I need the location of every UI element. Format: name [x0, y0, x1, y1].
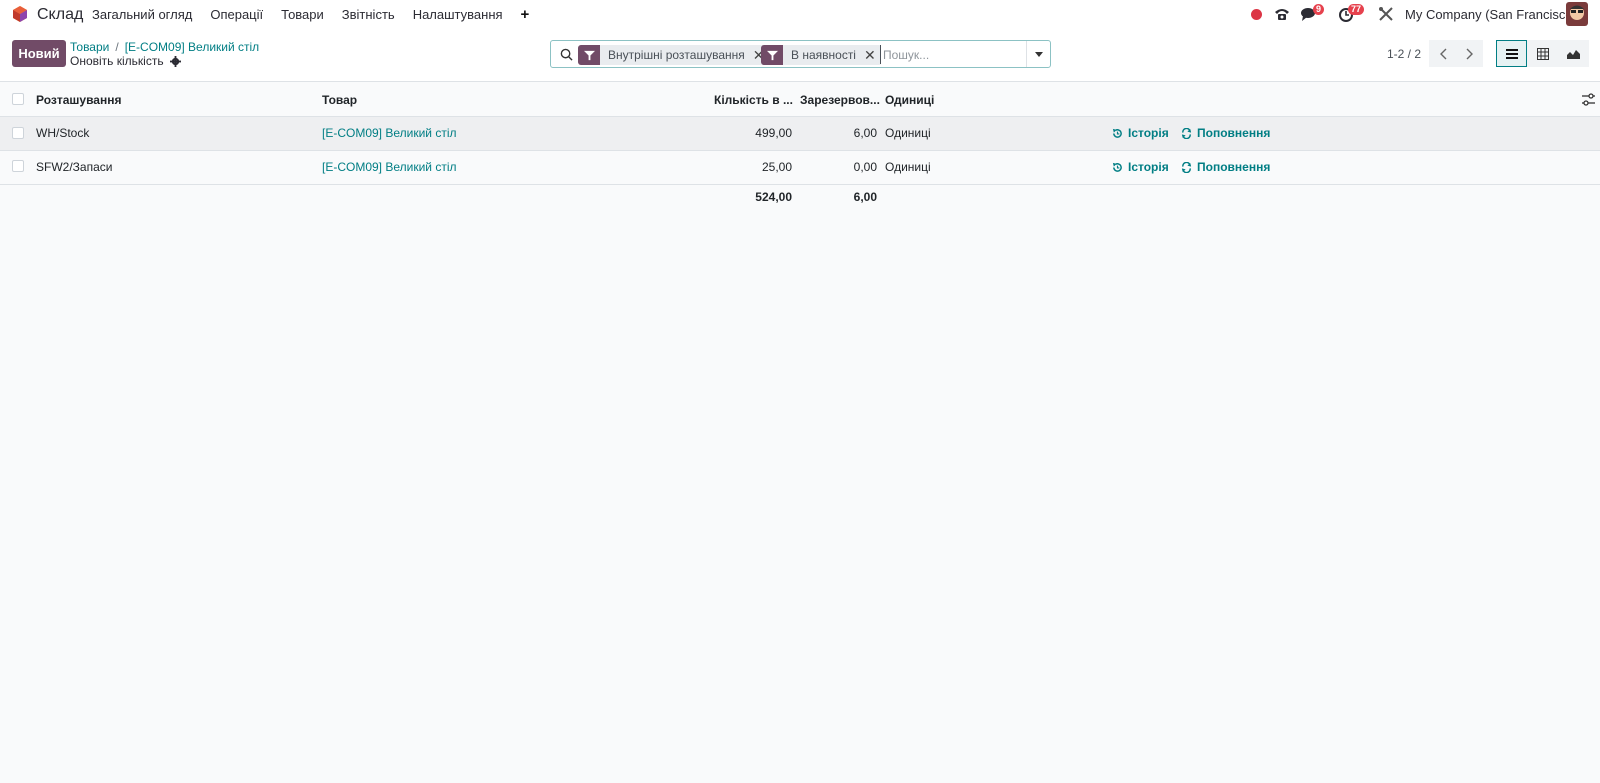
list-view-button[interactable]	[1496, 40, 1527, 67]
column-header-uom[interactable]: Одиниці	[885, 93, 934, 107]
search-icon	[560, 48, 573, 61]
breadcrumb: Товари / [E-COM09] Великий стіл	[70, 40, 259, 54]
phone-icon[interactable]	[1273, 5, 1291, 23]
refresh-icon	[1181, 161, 1192, 173]
chevron-right-icon	[1466, 48, 1473, 59]
activities-badge: 77	[1348, 4, 1365, 15]
new-button[interactable]: Новий	[12, 40, 66, 67]
cell-location: WH/Stock	[36, 126, 90, 140]
graph-view-button[interactable]	[1558, 40, 1589, 67]
pager-value[interactable]: 1-2 / 2	[1387, 47, 1421, 61]
menu-item-configuration[interactable]: Налаштування	[413, 7, 503, 22]
table-row[interactable]: SFW2/Запаси [E-COM09] Великий стіл 25,00…	[0, 151, 1600, 185]
breadcrumb-separator: /	[115, 40, 119, 54]
filter-facet-internal-locations: Внутрішні розташування ✕	[578, 45, 771, 65]
replenish-button[interactable]: Поповнення	[1181, 126, 1270, 140]
main-menu: Загальний огляд Операції Товари Звітніст…	[92, 0, 529, 29]
pager-previous-button[interactable]	[1429, 40, 1456, 67]
history-label: Історія	[1128, 126, 1169, 140]
gear-icon[interactable]	[169, 55, 181, 67]
update-quantity-label[interactable]: Оновіть кількість	[70, 54, 164, 68]
filter-facet-in-stock: В наявності ✕	[761, 45, 882, 65]
table-header: Розташування Товар Кількість в ... Зарез…	[0, 83, 1600, 117]
recording-indicator[interactable]	[1251, 9, 1262, 20]
replenish-label: Поповнення	[1197, 126, 1271, 140]
history-button[interactable]: Історія	[1112, 126, 1169, 140]
control-panel: Новий Товари / [E-COM09] Великий стіл Онов…	[0, 29, 1600, 82]
column-header-product[interactable]: Товар	[322, 93, 357, 107]
area-chart-icon	[1567, 50, 1580, 59]
cell-location: SFW2/Запаси	[36, 160, 113, 174]
user-avatar[interactable]	[1566, 2, 1588, 26]
refresh-icon	[1181, 127, 1192, 139]
column-header-quantity[interactable]: Кількість в ...	[714, 93, 793, 107]
list-icon	[1505, 48, 1518, 59]
history-label: Історія	[1128, 160, 1169, 174]
cell-reserved: 6,00	[853, 126, 877, 140]
menu-item-reporting[interactable]: Звітність	[342, 7, 395, 22]
cell-uom: Одиниці	[885, 160, 931, 174]
row-checkbox[interactable]	[12, 160, 24, 172]
search-input[interactable]	[880, 45, 1025, 64]
total-quantity: 524,00	[755, 190, 792, 204]
cell-quantity: 25,00	[761, 160, 792, 174]
pager-next-button[interactable]	[1456, 40, 1483, 67]
search-bar: Внутрішні розташування ✕ В наявності ✕	[550, 40, 1051, 68]
pivot-view-button[interactable]	[1527, 40, 1558, 67]
optional-columns-icon[interactable]	[1582, 93, 1595, 106]
total-reserved: 6,00	[853, 190, 877, 204]
caret-down-icon	[1034, 51, 1043, 57]
menu-item-products[interactable]: Товари	[281, 7, 324, 22]
column-header-location[interactable]: Розташування	[36, 93, 121, 107]
top-navbar: Склад Загальний огляд Операції Товари Зв…	[0, 0, 1600, 29]
breadcrumb-item-product[interactable]: [E-COM09] Великий стіл	[125, 40, 259, 54]
breadcrumb-item-products[interactable]: Товари	[70, 40, 109, 54]
tools-icon[interactable]	[1377, 5, 1395, 23]
cell-quantity: 499,00	[755, 126, 792, 140]
select-all-checkbox[interactable]	[12, 93, 24, 105]
company-switcher[interactable]: My Company (San Francisco)	[1405, 7, 1577, 22]
replenish-button[interactable]: Поповнення	[1181, 160, 1270, 174]
update-quantity-action: Оновіть кількість	[70, 54, 181, 68]
facet-label: В наявності	[791, 48, 856, 62]
history-button[interactable]: Історія	[1112, 160, 1169, 174]
chevron-left-icon	[1439, 48, 1446, 59]
table-row[interactable]: WH/Stock [E-COM09] Великий стіл 499,00 6…	[0, 117, 1600, 151]
row-checkbox[interactable]	[12, 127, 24, 139]
cell-reserved: 0,00	[853, 160, 877, 174]
table-grid-icon	[1536, 47, 1549, 60]
app-name[interactable]: Склад	[37, 6, 83, 24]
cell-product-link[interactable]: [E-COM09] Великий стіл	[322, 126, 456, 140]
replenish-label: Поповнення	[1197, 160, 1271, 174]
column-header-reserved[interactable]: Зарезервов...	[800, 93, 880, 107]
inventory-app-icon[interactable]	[11, 5, 29, 23]
menu-item-overview[interactable]: Загальний огляд	[92, 7, 192, 22]
messages-badge: 9	[1313, 4, 1325, 15]
filter-icon	[578, 45, 600, 65]
table-totals-row: 524,00 6,00	[0, 190, 1600, 208]
facet-label: Внутрішні розташування	[608, 48, 745, 62]
search-options-toggle[interactable]	[1026, 41, 1050, 67]
history-icon	[1112, 162, 1122, 172]
cell-product-link[interactable]: [E-COM09] Великий стіл	[322, 160, 456, 174]
filter-icon	[761, 45, 783, 65]
add-menu-button[interactable]: +	[521, 6, 530, 23]
history-icon	[1112, 128, 1122, 138]
menu-item-operations[interactable]: Операції	[210, 7, 263, 22]
cell-uom: Одиниці	[885, 126, 931, 140]
